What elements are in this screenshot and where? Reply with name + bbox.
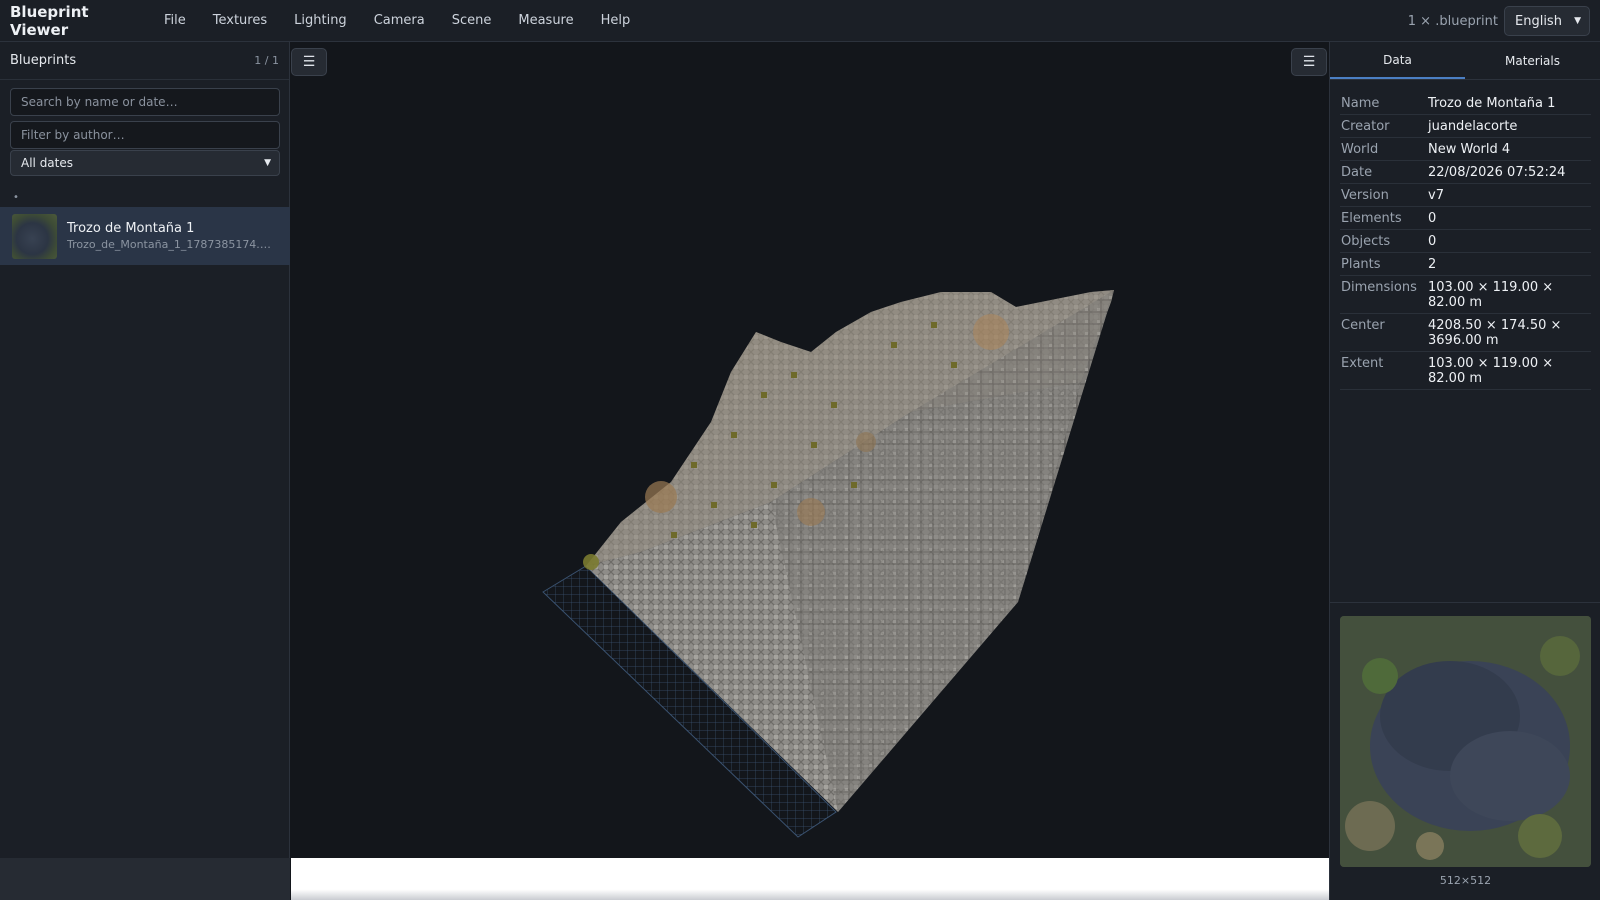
- table-row: Date 22/08/2026 07:52:24: [1340, 161, 1591, 184]
- table-row: World New World 4: [1340, 138, 1591, 161]
- author-filter-placeholder: Filter by author…: [21, 128, 125, 142]
- property-key: World: [1341, 142, 1379, 157]
- language-select[interactable]: English ▼: [1504, 6, 1590, 36]
- sidebar-title: Blueprints: [10, 53, 77, 68]
- preview-size-caption: 512×512: [1439, 874, 1492, 887]
- blueprint-text: Trozo de Montaña 1 Trozo_de_Montaña_1_17…: [67, 221, 272, 251]
- group-marker: •: [13, 192, 19, 203]
- preview-divider: [1330, 602, 1600, 603]
- property-key: Name: [1341, 96, 1380, 111]
- property-value: 0: [1428, 234, 1437, 249]
- viewport-status-strip: [291, 858, 1329, 900]
- property-key: Version: [1341, 188, 1389, 203]
- table-row: Elements 0: [1340, 207, 1591, 230]
- blueprint-name: Trozo de Montaña 1: [67, 221, 195, 236]
- property-value: 2: [1428, 257, 1437, 272]
- property-value: juandelacorte: [1428, 119, 1518, 134]
- sidebar-header: Blueprints 1 / 1: [0, 42, 289, 80]
- properties-panel: Data Materials Name Trozo de Montaña 1 C…: [1329, 42, 1600, 900]
- table-row: Dimensions 103.00 × 119.00 × 82.00 m: [1340, 276, 1591, 314]
- menu-camera[interactable]: Camera: [360, 13, 438, 28]
- blueprint-count: 1 / 1: [254, 54, 279, 67]
- blueprint-thumbnail: [12, 213, 57, 259]
- tab-materials[interactable]: Materials: [1465, 42, 1600, 79]
- property-value: 0: [1428, 211, 1437, 226]
- menu-lighting[interactable]: Lighting: [280, 13, 360, 28]
- language-value: English: [1515, 13, 1562, 29]
- blueprints-sidebar: Blueprints 1 / 1 Search by name or date……: [0, 42, 290, 900]
- property-key: Date: [1341, 165, 1373, 180]
- property-key: Elements: [1341, 211, 1402, 226]
- app-title: Blueprint Viewer: [10, 2, 89, 39]
- panel-tabs: Data Materials: [1330, 42, 1600, 80]
- menu-measure[interactable]: Measure: [504, 13, 586, 28]
- property-key: Plants: [1341, 257, 1381, 272]
- toggle-right-panel-button[interactable]: ☰: [1291, 48, 1327, 76]
- search-input[interactable]: Search by name or date…: [10, 88, 280, 116]
- blueprint-filename: Trozo_de_Montaña_1_1787385174.blueprint: [67, 238, 272, 251]
- property-key: Extent: [1341, 356, 1384, 371]
- menu-icon: ☰: [302, 54, 316, 70]
- property-value: Trozo de Montaña 1: [1428, 96, 1556, 111]
- menu-help[interactable]: Help: [587, 13, 644, 28]
- menu-file[interactable]: File: [150, 13, 199, 28]
- property-value: 4208.50 × 174.50 × 3696.00 m: [1428, 318, 1562, 348]
- list-item[interactable]: Trozo de Montaña 1 Trozo_de_Montaña_1_17…: [0, 207, 290, 265]
- property-key: Dimensions: [1341, 280, 1417, 295]
- date-filter-select[interactable]: All dates ▼: [10, 150, 280, 176]
- table-row: Name Trozo de Montaña 1: [1340, 92, 1591, 115]
- table-row: Extent 103.00 × 119.00 × 82.00 m: [1340, 352, 1591, 390]
- chevron-down-icon: ▼: [1574, 16, 1581, 26]
- menu-scene[interactable]: Scene: [438, 13, 505, 28]
- top-right-controls: 1 × .blueprint English ▼: [1408, 6, 1590, 36]
- property-key: Creator: [1341, 119, 1390, 134]
- main-menu: File Textures Lighting Camera Scene Meas…: [150, 0, 643, 41]
- property-value: 22/08/2026 07:52:24: [1428, 165, 1566, 180]
- property-key: Objects: [1341, 234, 1391, 249]
- author-filter-input[interactable]: Filter by author…: [10, 121, 280, 149]
- property-key: Center: [1341, 318, 1385, 333]
- property-value: 103.00 × 119.00 × 82.00 m: [1428, 356, 1554, 386]
- table-row: Version v7: [1340, 184, 1591, 207]
- property-value: New World 4: [1428, 142, 1511, 157]
- table-row: Center 4208.50 × 174.50 × 3696.00 m: [1340, 314, 1591, 352]
- menu-icon: ☰: [1302, 54, 1316, 70]
- property-value: 103.00 × 119.00 × 82.00 m: [1428, 280, 1554, 310]
- property-value: v7: [1428, 188, 1444, 203]
- terrain-render: [542, 290, 1114, 838]
- sidebar-footer: [0, 858, 290, 900]
- table-row: Objects 0: [1340, 230, 1591, 253]
- chevron-down-icon: ▼: [264, 158, 271, 168]
- top-menu-bar: Blueprint Viewer File Textures Lighting …: [0, 0, 1600, 42]
- date-filter-value: All dates: [21, 156, 74, 170]
- toggle-left-panel-button[interactable]: ☰: [291, 48, 327, 76]
- menu-textures[interactable]: Textures: [199, 13, 280, 28]
- texture-preview-image: [1340, 616, 1591, 867]
- table-row: Creator juandelacorte: [1340, 115, 1591, 138]
- table-row: Plants 2: [1340, 253, 1591, 276]
- tab-data[interactable]: Data: [1330, 42, 1465, 79]
- file-count: 1 × .blueprint: [1407, 13, 1498, 29]
- search-placeholder: Search by name or date…: [21, 95, 178, 109]
- properties-table: Name Trozo de Montaña 1 Creator juandela…: [1340, 92, 1591, 390]
- 3d-viewport[interactable]: ☰ ☰: [291, 42, 1329, 858]
